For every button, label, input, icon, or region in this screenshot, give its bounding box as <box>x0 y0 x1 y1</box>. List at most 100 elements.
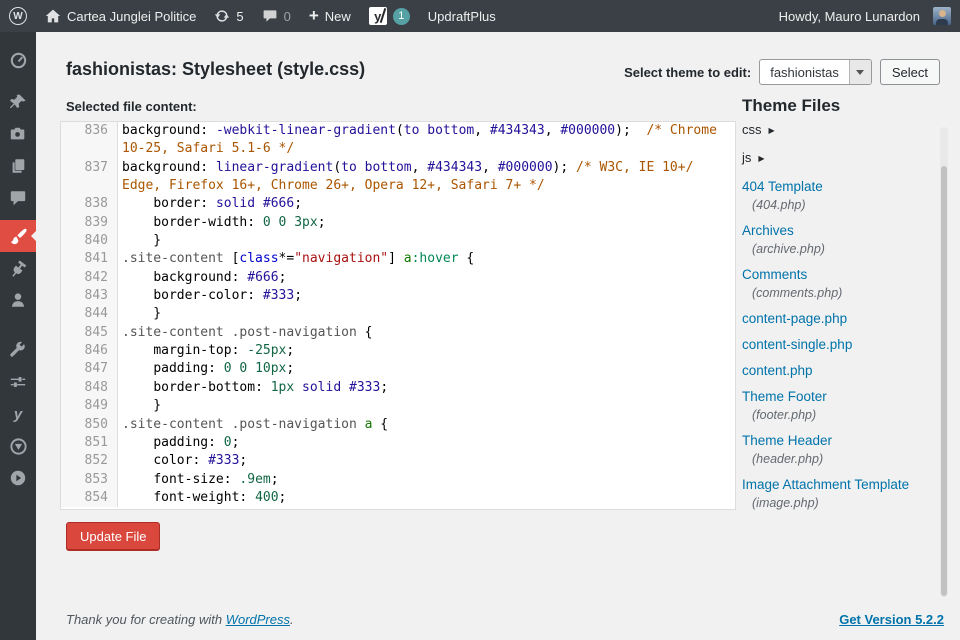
code-line: 850.site-content .post-navigation a { <box>61 416 735 434</box>
theme-file-link[interactable]: Comments <box>742 265 942 284</box>
theme-file-path: (404.php) <box>752 196 942 214</box>
get-version-link[interactable]: Get Version 5.2.2 <box>839 612 944 627</box>
updraftplus-menu[interactable]: UpdraftPlus <box>419 0 505 32</box>
updraftplus-label: UpdraftPlus <box>428 9 496 24</box>
code-text: color: #333; <box>118 452 247 470</box>
code-line: 853 font-size: .9em; <box>61 471 735 489</box>
code-line: 839 border-width: 0 0 3px; <box>61 214 735 232</box>
select-theme-button[interactable]: Select <box>880 59 940 85</box>
code-line: 836background: -webkit-linear-gradient(t… <box>61 122 735 140</box>
theme-file-entry: Comments(comments.php) <box>742 265 942 302</box>
updraft-shield-icon <box>9 437 28 456</box>
theme-select-label: Select theme to edit: <box>624 65 751 80</box>
theme-select-dropdown[interactable]: fashionistas <box>759 59 872 85</box>
theme-file-link[interactable]: Theme Header <box>742 431 942 450</box>
code-text: } <box>118 397 161 415</box>
sidebar-item-dashboard[interactable] <box>0 44 36 76</box>
editor-page: fashionistas: Stylesheet (style.css) Sel… <box>36 32 960 640</box>
yoast-seo-icon: y <box>14 406 22 423</box>
sidebar-item-media[interactable] <box>0 118 36 150</box>
theme-file-path: (comments.php) <box>752 284 942 302</box>
code-text: background: linear-gradient(to bottom, #… <box>118 159 693 177</box>
theme-select-row: Select theme to edit: fashionistas Selec… <box>624 59 940 85</box>
wp-logo-menu[interactable]: W <box>0 0 36 32</box>
updates-menu[interactable]: 5 <box>205 0 252 32</box>
line-number: 843 <box>61 287 118 305</box>
folder-expand-icon: ▶ <box>758 154 764 163</box>
sidebar-item-tools[interactable] <box>0 334 36 366</box>
code-line: 843 border-color: #333; <box>61 287 735 305</box>
footer-thanks: Thank you for creating with WordPress. <box>66 612 294 627</box>
theme-file-path: (footer.php) <box>752 406 942 424</box>
yoast-seo-menu[interactable]: y 1 <box>360 0 419 32</box>
theme-file-entry: Theme Header(header.php) <box>742 431 942 468</box>
line-number: 839 <box>61 214 118 232</box>
line-number: 852 <box>61 452 118 470</box>
code-text: border-color: #333; <box>118 287 302 305</box>
chevron-down-icon <box>856 70 864 79</box>
sidebar-item-comments[interactable] <box>0 182 36 214</box>
line-number: 851 <box>61 434 118 452</box>
theme-file-link[interactable]: content-page.php <box>742 309 942 328</box>
comments-menu[interactable]: 0 <box>253 0 300 32</box>
theme-file-path: (archive.php) <box>752 240 942 258</box>
theme-folder-js[interactable]: js▶ <box>742 149 942 168</box>
theme-files-scrollbar-thumb[interactable] <box>941 166 947 596</box>
theme-file-entry: Archives(archive.php) <box>742 221 942 258</box>
code-editor[interactable]: 836background: -webkit-linear-gradient(t… <box>60 121 736 510</box>
plug-icon <box>9 259 27 277</box>
sidebar-item-appearance[interactable] <box>0 220 36 252</box>
site-name-link[interactable]: Cartea Junglei Politice <box>36 0 205 32</box>
code-line: 838 border: solid #666; <box>61 195 735 213</box>
code-lines: 836background: -webkit-linear-gradient(t… <box>61 122 735 507</box>
theme-file-path: (header.php) <box>752 450 942 468</box>
update-file-button[interactable]: Update File <box>66 522 160 550</box>
line-number: 837 <box>61 159 118 177</box>
yoast-icon: y <box>369 7 387 25</box>
user-icon <box>9 291 27 309</box>
account-menu[interactable]: Howdy, Mauro Lunardon <box>770 0 960 32</box>
sidebar-item-video[interactable] <box>0 462 36 494</box>
code-line: 840 } <box>61 232 735 250</box>
new-content-menu[interactable]: + New <box>300 0 360 32</box>
comment-count: 0 <box>284 9 291 24</box>
code-line: Edge, Firefox 16+, Chrome 26+, Opera 12+… <box>61 177 735 195</box>
sidebar-item-pages[interactable] <box>0 150 36 182</box>
home-icon <box>45 8 61 24</box>
line-number: 850 <box>61 416 118 434</box>
update-count: 5 <box>236 9 243 24</box>
theme-file-link[interactable]: 404 Template <box>742 177 942 196</box>
sidebar-item-posts[interactable] <box>0 86 36 118</box>
speech-bubble-icon <box>9 189 27 207</box>
line-number: 854 <box>61 489 118 507</box>
code-text: padding: 0; <box>118 434 239 452</box>
sidebar-item-plugins[interactable] <box>0 252 36 284</box>
line-number: 845 <box>61 324 118 342</box>
howdy-label: Howdy, Mauro Lunardon <box>779 9 920 24</box>
theme-file-entry: Image Attachment Template(image.php) <box>742 475 942 512</box>
new-label: New <box>325 9 351 24</box>
wordpress-link[interactable]: WordPress <box>226 612 290 627</box>
folder-expand-icon: ▶ <box>769 126 775 135</box>
sidebar-item-updraftplus[interactable] <box>0 430 36 462</box>
theme-folder-css[interactable]: css▶ <box>742 121 942 140</box>
sidebar-item-users[interactable] <box>0 284 36 316</box>
line-number <box>61 140 118 158</box>
code-line: 844 } <box>61 305 735 323</box>
theme-file-link[interactable]: Image Attachment Template <box>742 475 942 494</box>
theme-file-link[interactable]: content-single.php <box>742 335 942 354</box>
code-line: 10-25, Safari 5.1-6 */ <box>61 140 735 158</box>
sliders-icon <box>9 373 27 391</box>
sidebar-item-yoast-seo[interactable]: y <box>0 398 36 430</box>
sidebar-item-settings[interactable] <box>0 366 36 398</box>
paintbrush-icon <box>9 227 28 246</box>
line-number: 838 <box>61 195 118 213</box>
line-number: 849 <box>61 397 118 415</box>
line-number: 844 <box>61 305 118 323</box>
theme-file-link[interactable]: Archives <box>742 221 942 240</box>
code-text: background: #666; <box>118 269 286 287</box>
line-number <box>61 177 118 195</box>
theme-file-link[interactable]: content.php <box>742 361 942 380</box>
theme-files-heading: Theme Files <box>742 96 840 116</box>
theme-file-link[interactable]: Theme Footer <box>742 387 942 406</box>
